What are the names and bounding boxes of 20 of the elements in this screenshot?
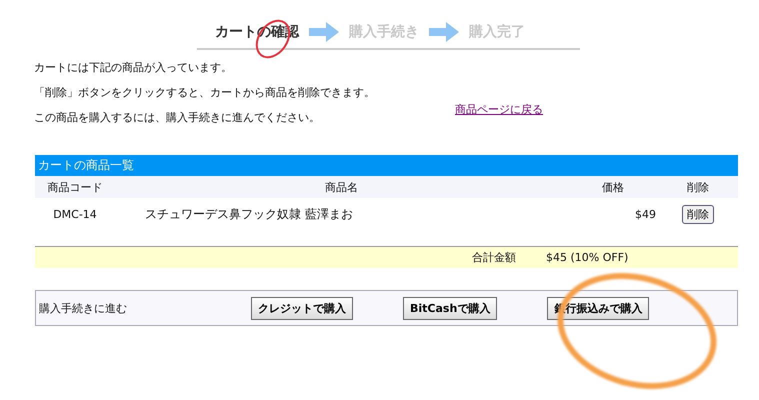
intro-text: 「削除」ボタンをクリックすると、カートから商品を削除できます。 [34,87,375,99]
intro-text: カートには下記の商品が入っています。 [34,62,233,74]
column-header: 削除 [686,180,710,194]
column-header: 価格 [601,180,625,194]
back-link[interactable]: 商品ページに戻る [455,102,543,117]
intro-text: この商品を購入するには、購入手続きに進んでください。 [34,112,321,124]
checkout-label: 購入手続きに進む [39,300,128,316]
column-header: 商品コード [46,180,104,194]
price: $49 [634,208,657,220]
product-name: スチュワーデス鼻フック奴隷 藍澤まお [144,206,354,222]
purchase-button[interactable]: クレジットで購入 [251,296,353,320]
arrow-icon [429,22,459,42]
delete-button[interactable]: 削除 [682,204,714,224]
total-label: 合計金額 [472,250,516,265]
product-code: DMC-14 [52,208,98,220]
column-header: 商品名 [324,180,359,194]
total-value: $45 (10% OFF) [546,251,628,264]
cart-title-bar: カートの商品一覧 [35,155,738,176]
arrow-icon [309,22,339,42]
purchase-button[interactable]: BitCashで購入 [403,296,498,320]
